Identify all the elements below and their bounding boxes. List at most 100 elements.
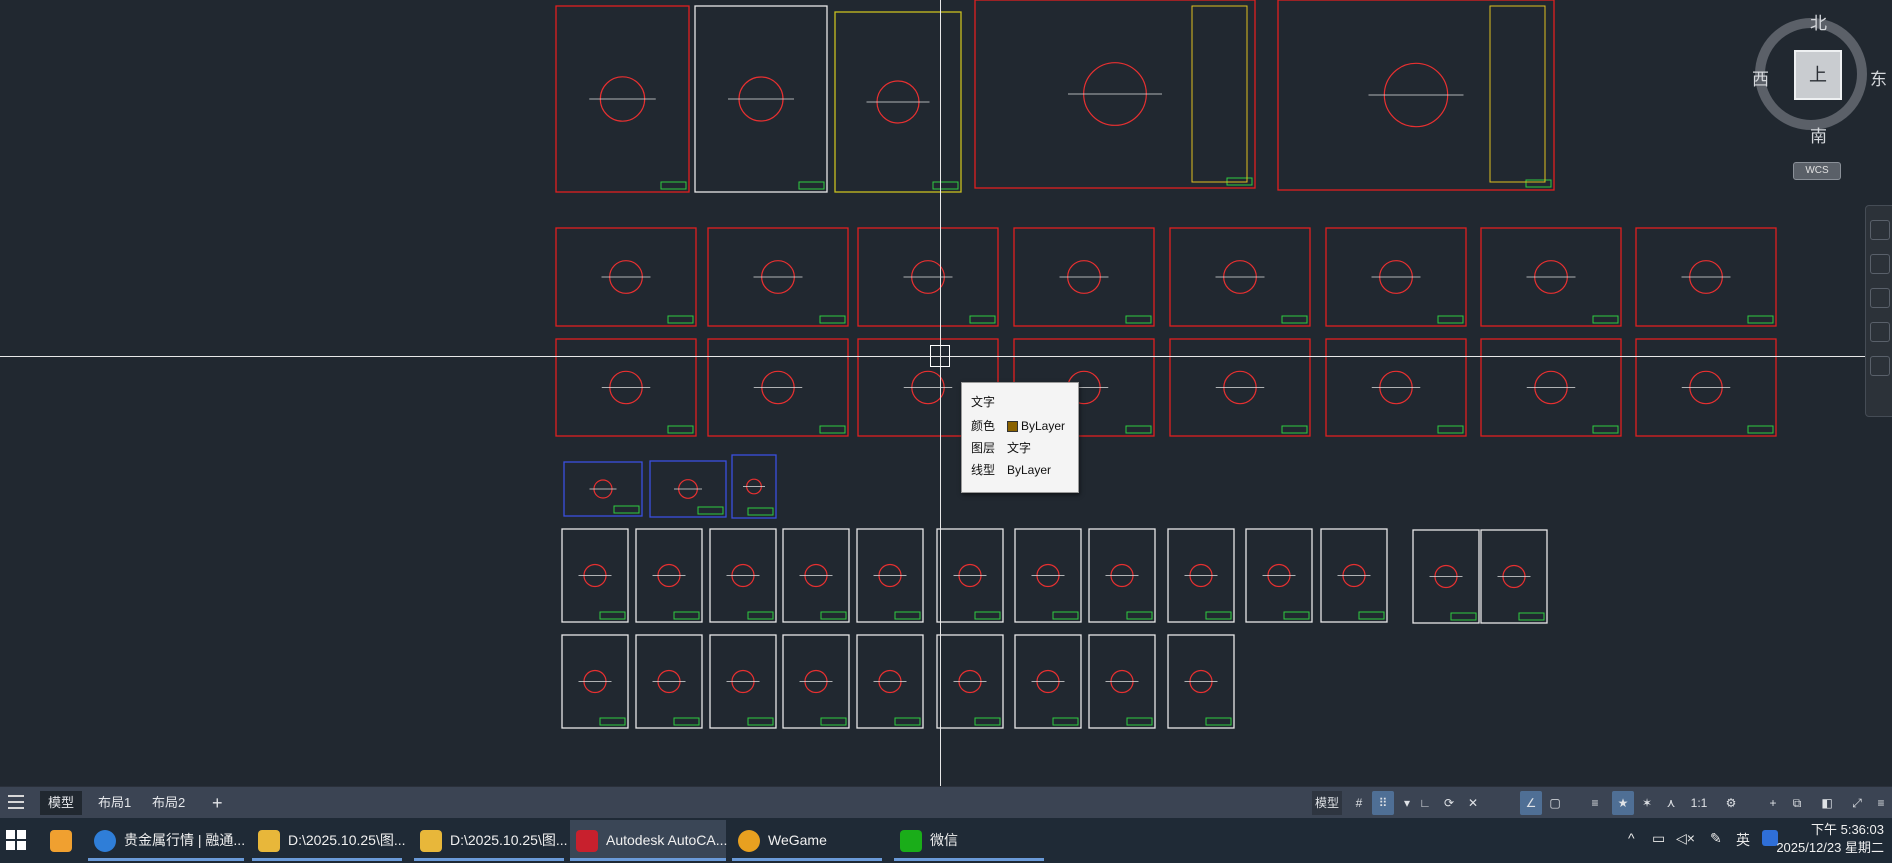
title-block-13[interactable] [1281, 315, 1308, 324]
title-block-18[interactable] [1592, 425, 1619, 434]
title-block-24[interactable] [599, 611, 626, 620]
title-block-12[interactable] [1125, 425, 1152, 434]
title-block-2[interactable] [932, 181, 959, 190]
showmotion-icon[interactable] [1869, 356, 1890, 376]
title-block-33[interactable] [1283, 611, 1310, 620]
title-block-36[interactable] [1518, 612, 1545, 621]
title-block-23[interactable] [747, 507, 774, 516]
tab-layout1[interactable]: 布局1 [90, 791, 139, 815]
title-block-20[interactable] [1747, 425, 1774, 434]
title-block-6[interactable] [667, 425, 694, 434]
title-block-5[interactable] [667, 315, 694, 324]
ime-language-indicator[interactable]: 英 [1736, 830, 1750, 850]
title-block-4[interactable] [1525, 179, 1552, 188]
taskbar-item-explorer-2[interactable]: D:\2025.10.25\图... [414, 820, 568, 861]
title-block-8[interactable] [819, 425, 846, 434]
select-cycle-icon[interactable]: ▢ [1544, 791, 1566, 815]
viewcube-top-face[interactable]: 上 [1794, 50, 1842, 100]
customize-icon[interactable]: ≡ [1870, 791, 1892, 815]
tray-overflow-icon[interactable]: ^ [1628, 830, 1635, 846]
otrack-icon[interactable]: ∠ [1520, 791, 1542, 815]
title-block-30[interactable] [1052, 611, 1079, 620]
fullscreen-icon[interactable]: ⤢ [1846, 791, 1868, 815]
title-block-35[interactable] [1450, 612, 1477, 621]
parts-list-table-1[interactable] [1191, 5, 1248, 183]
pan-icon[interactable] [1869, 254, 1890, 274]
title-block-15[interactable] [1437, 315, 1464, 324]
zoom-extents-icon[interactable] [1869, 288, 1890, 308]
snap-grid-icon[interactable]: ⠿ [1372, 791, 1394, 815]
compass-west[interactable]: 西 [1752, 65, 1769, 90]
drawing-sheets[interactable] [0, 0, 1892, 786]
widgets-icon[interactable] [44, 820, 80, 861]
title-block-45[interactable] [1205, 717, 1232, 726]
tab-layout2[interactable]: 布局2 [144, 791, 193, 815]
title-block-43[interactable] [1052, 717, 1079, 726]
annotation-visibility-icon[interactable]: ⋏ [1660, 791, 1682, 815]
wcs-menu-button[interactable]: WCS [1793, 162, 1841, 180]
steering-wheel-icon[interactable] [1869, 220, 1890, 240]
compass-north[interactable]: 北 [1810, 9, 1827, 34]
title-block-21[interactable] [613, 505, 640, 514]
title-block-31[interactable] [1126, 611, 1153, 620]
title-block-16[interactable] [1437, 425, 1464, 434]
navigation-bar[interactable] [1865, 205, 1892, 417]
polar-icon[interactable]: ⟳ [1438, 791, 1460, 815]
taskbar-item-explorer-1[interactable]: D:\2025.10.25\图... [252, 820, 406, 861]
title-block-22[interactable] [697, 506, 724, 515]
title-block-40[interactable] [820, 717, 847, 726]
title-block-44[interactable] [1126, 717, 1153, 726]
taskbar-item-wechat[interactable]: 微信 [894, 820, 1044, 861]
ortho-icon[interactable]: ∟ [1414, 791, 1436, 815]
autocad-icon [576, 830, 598, 852]
annotation-icon[interactable]: ★ [1612, 791, 1634, 815]
title-block-26[interactable] [747, 611, 774, 620]
plus-icon[interactable]: + [1762, 791, 1784, 815]
title-block-0[interactable] [660, 181, 687, 190]
tab-model[interactable]: 模型 [40, 791, 83, 815]
volume-muted-icon[interactable]: ◁× [1676, 830, 1695, 847]
windows-start-icon[interactable] [6, 830, 26, 850]
title-block-7[interactable] [819, 315, 846, 324]
parts-list-table-2[interactable] [1489, 5, 1546, 183]
title-block-27[interactable] [820, 611, 847, 620]
lineweight-icon[interactable]: ≡ [1584, 791, 1606, 815]
title-block-9[interactable] [969, 315, 996, 324]
menu-icon[interactable] [8, 795, 24, 809]
title-block-37[interactable] [599, 717, 626, 726]
orbit-icon[interactable] [1869, 322, 1890, 342]
title-block-39[interactable] [747, 717, 774, 726]
title-block-32[interactable] [1205, 611, 1232, 620]
gear-icon[interactable]: ⚙ [1720, 791, 1742, 815]
taskbar-clock[interactable]: 下午 5:36:03 2025/12/23 星期二 [1776, 821, 1884, 857]
osnap-icon[interactable]: ✕ [1462, 791, 1484, 815]
title-block-25[interactable] [673, 611, 700, 620]
title-block-38[interactable] [673, 717, 700, 726]
title-block-11[interactable] [1125, 315, 1152, 324]
annotation-scale-value[interactable]: 1:1 [1686, 791, 1712, 815]
annotation-scale-icon[interactable]: ✶ [1636, 791, 1658, 815]
compass-south[interactable]: 南 [1810, 122, 1827, 147]
title-block-42[interactable] [974, 717, 1001, 726]
workspace-icon[interactable]: ⧉ [1786, 791, 1808, 815]
title-block-14[interactable] [1281, 425, 1308, 434]
color-swatch [1007, 421, 1018, 433]
isolate-icon[interactable]: ◧ [1816, 791, 1838, 815]
pen-icon[interactable]: ✎ [1710, 830, 1722, 847]
add-layout-button[interactable]: + [204, 791, 231, 815]
network-icon[interactable]: ▭ [1652, 830, 1665, 847]
title-block-28[interactable] [894, 611, 921, 620]
title-block-17[interactable] [1592, 315, 1619, 324]
compass-east[interactable]: 东 [1870, 65, 1887, 90]
title-block-41[interactable] [894, 717, 921, 726]
title-block-29[interactable] [974, 611, 1001, 620]
grid-icon[interactable]: # [1348, 791, 1370, 815]
taskbar-item-wegame[interactable]: WeGame [732, 820, 882, 861]
model-space-button[interactable]: 模型 [1312, 791, 1342, 815]
title-block-34[interactable] [1358, 611, 1385, 620]
title-block-19[interactable] [1747, 315, 1774, 324]
title-block-1[interactable] [798, 181, 825, 190]
taskbar-item-autocad[interactable]: Autodesk AutoCA... [570, 820, 727, 861]
model-space-canvas[interactable]: 文字 颜色 ByLayer 图层 文字 线型 ByLayer 上 北 南 西 东 WC… [0, 0, 1892, 786]
taskbar-item-browser[interactable]: 贵金属行情 | 融通... [88, 820, 245, 861]
